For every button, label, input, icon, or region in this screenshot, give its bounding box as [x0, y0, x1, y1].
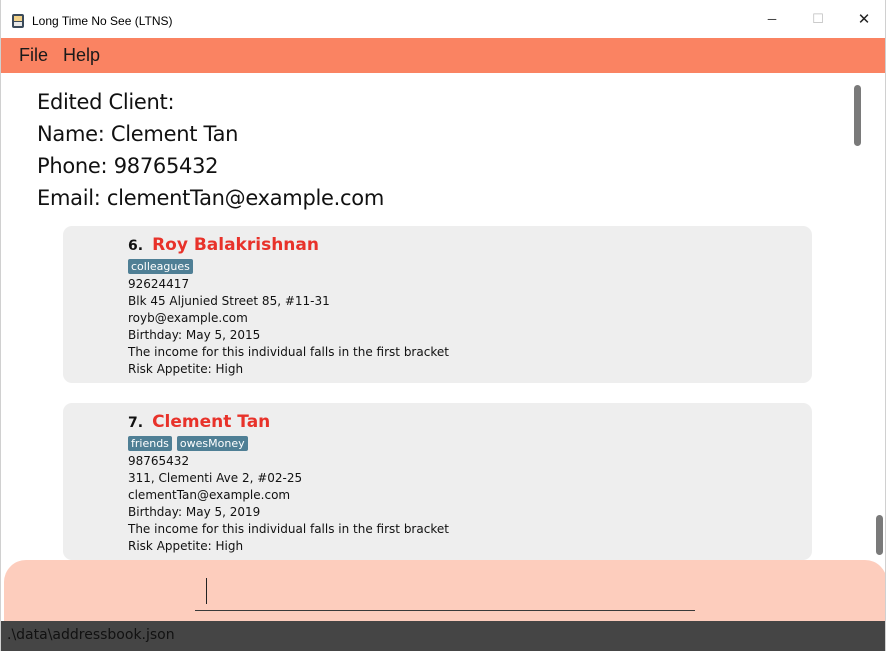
tag-label: owesMoney — [176, 436, 248, 451]
client-name: Clement Tan — [152, 412, 271, 432]
result-line: Name: Clement Tan — [37, 122, 239, 146]
result-display: Edited Client: Name: Clement Tan Phone: … — [37, 86, 837, 214]
tag-label: colleagues — [128, 259, 193, 274]
menu-help[interactable]: Help — [63, 45, 100, 66]
minimize-button[interactable]: ─ — [749, 0, 795, 38]
app-logo-icon — [12, 14, 24, 28]
command-input[interactable] — [195, 575, 695, 611]
client-risk: Risk Appetite: High — [128, 539, 244, 553]
close-icon: ✕ — [857, 11, 871, 28]
menu-bar: File Help — [1, 38, 885, 73]
client-card[interactable]: 7. Clement Tan friends owesMoney 9876543… — [63, 403, 812, 560]
client-risk: Risk Appetite: High — [128, 362, 244, 376]
text-caret — [206, 578, 207, 604]
client-income: The income for this individual falls in … — [128, 345, 449, 359]
window-title: Long Time No See (LTNS) — [32, 14, 173, 28]
result-scrollbar-thumb[interactable] — [854, 85, 861, 146]
client-index: 6. — [128, 238, 144, 254]
client-email: royb@example.com — [128, 311, 248, 325]
client-phone: 92624417 — [128, 277, 190, 291]
client-index: 7. — [128, 415, 144, 431]
client-name: Roy Balakrishnan — [152, 235, 319, 255]
client-phone: 98765432 — [128, 454, 190, 468]
client-address: Blk 45 Aljunied Street 85, #11-31 — [128, 294, 330, 308]
result-line: Edited Client: — [37, 90, 175, 114]
tag-label: friends — [128, 436, 172, 451]
minimize-icon: ─ — [767, 12, 777, 26]
client-birthday: Birthday: May 5, 2019 — [128, 505, 261, 519]
result-line: Email: clementTan@example.com — [37, 186, 384, 210]
maximize-button[interactable]: ☐ — [795, 0, 841, 38]
client-address: 311, Clementi Ave 2, #02-25 — [128, 471, 303, 485]
tag-list: colleagues — [128, 259, 193, 274]
save-location-path: .\data\addressbook.json — [7, 627, 175, 643]
result-line: Phone: 98765432 — [37, 154, 219, 178]
close-button[interactable]: ✕ — [841, 0, 885, 38]
client-birthday: Birthday: May 5, 2015 — [128, 328, 261, 342]
client-income: The income for this individual falls in … — [128, 522, 449, 536]
app-window: Long Time No See (LTNS) ─ ☐ ✕ File Help … — [0, 0, 886, 651]
tag-list: friends owesMoney — [128, 436, 248, 451]
maximize-icon: ☐ — [812, 11, 824, 26]
status-bar: .\data\addressbook.json — [1, 621, 885, 651]
client-email: clementTan@example.com — [128, 488, 291, 502]
title-bar[interactable]: Long Time No See (LTNS) ─ ☐ ✕ — [1, 0, 885, 38]
client-card[interactable]: 6. Roy Balakrishnan colleagues 92624417 … — [63, 226, 812, 383]
menu-file[interactable]: File — [19, 45, 48, 66]
client-list-scrollbar-thumb[interactable] — [876, 515, 883, 555]
